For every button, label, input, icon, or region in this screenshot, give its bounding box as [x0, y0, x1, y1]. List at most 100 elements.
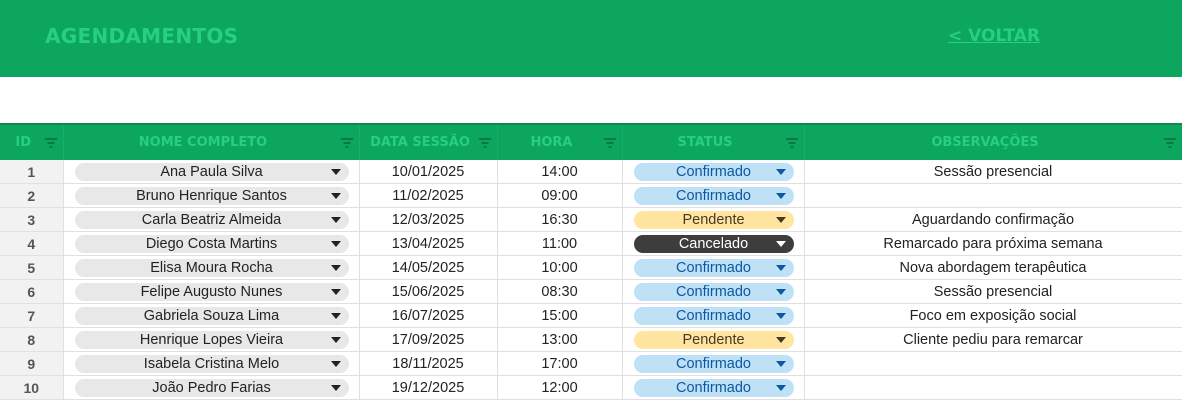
chevron-down-icon	[330, 384, 341, 391]
column-header-observacoes: OBSERVAÇÕES	[804, 125, 1182, 160]
status-cell: Pendente	[622, 207, 805, 232]
observation-cell[interactable]: Foco em exposição social	[804, 303, 1182, 328]
table-row: 3 Carla Beatriz Almeida 12/03/2025 16:30 Pen…	[0, 207, 1182, 232]
status-cell: Confirmado	[622, 160, 805, 184]
header-row: ID NOME COMPLETO DATA SESSÃO HORA STATUS…	[0, 125, 1182, 160]
time-cell[interactable]: 13:00	[497, 327, 623, 352]
time-cell[interactable]: 09:00	[497, 183, 623, 208]
filter-icon[interactable]	[1163, 138, 1176, 148]
name-cell: Gabriela Souza Lima	[63, 303, 360, 328]
time-cell[interactable]: 17:00	[497, 351, 623, 376]
date-cell[interactable]: 11/02/2025	[359, 183, 498, 208]
name-dropdown[interactable]: Felipe Augusto Nunes	[74, 282, 349, 301]
page-title: AGENDAMENTOS	[45, 24, 239, 48]
status-cell: Confirmado	[622, 375, 805, 400]
time-cell[interactable]: 14:00	[497, 160, 623, 184]
table-row: 7 Gabriela Souza Lima 16/07/2025 15:00 Confi…	[0, 303, 1182, 328]
observation-cell[interactable]: Aguardando confirmação	[804, 207, 1182, 232]
status-dropdown[interactable]: Pendente	[633, 210, 794, 229]
status-value: Confirmado	[676, 283, 751, 300]
chevron-down-icon	[775, 264, 786, 271]
name-dropdown[interactable]: Ana Paula Silva	[74, 162, 349, 181]
status-dropdown[interactable]: Confirmado	[633, 162, 794, 181]
time-cell[interactable]: 16:30	[497, 207, 623, 232]
observation-cell[interactable]: Sessão presencial	[804, 279, 1182, 304]
column-header-label: NOME COMPLETO	[138, 135, 268, 150]
chevron-down-icon	[330, 360, 341, 367]
status-value: Confirmado	[676, 355, 751, 372]
observation-cell[interactable]	[804, 375, 1182, 400]
status-dropdown[interactable]: Cancelado	[633, 234, 794, 253]
status-value: Confirmado	[676, 307, 751, 324]
time-cell[interactable]: 08:30	[497, 279, 623, 304]
filter-icon[interactable]	[44, 138, 57, 148]
date-cell[interactable]: 13/04/2025	[359, 231, 498, 256]
name-dropdown[interactable]: Isabela Cristina Melo	[74, 354, 349, 373]
column-header-data: DATA SESSÃO	[359, 125, 498, 160]
filter-icon[interactable]	[785, 138, 798, 148]
name-value: Diego Costa Martins	[145, 235, 278, 252]
chevron-down-icon	[330, 264, 341, 271]
filter-icon[interactable]	[478, 138, 491, 148]
name-value: Gabriela Souza Lima	[143, 307, 280, 324]
name-cell: Bruno Henrique Santos	[63, 183, 360, 208]
row-id: 1	[0, 160, 64, 184]
back-link[interactable]: < VOLTAR	[948, 26, 1040, 46]
observation-cell[interactable]: Sessão presencial	[804, 160, 1182, 184]
status-dropdown[interactable]: Confirmado	[633, 282, 794, 301]
name-dropdown[interactable]: Gabriela Souza Lima	[74, 306, 349, 325]
date-cell[interactable]: 18/11/2025	[359, 351, 498, 376]
column-header-label: DATA SESSÃO	[370, 135, 470, 150]
row-id: 2	[0, 183, 64, 208]
status-value: Confirmado	[676, 259, 751, 276]
date-cell[interactable]: 15/06/2025	[359, 279, 498, 304]
filter-icon[interactable]	[603, 138, 616, 148]
status-dropdown[interactable]: Confirmado	[633, 186, 794, 205]
row-id: 7	[0, 303, 64, 328]
chevron-down-icon	[330, 216, 341, 223]
status-dropdown[interactable]: Confirmado	[633, 378, 794, 397]
filter-icon[interactable]	[340, 138, 353, 148]
chevron-down-icon	[775, 384, 786, 391]
date-cell[interactable]: 10/01/2025	[359, 160, 498, 184]
name-cell: João Pedro Farias	[63, 375, 360, 400]
date-cell[interactable]: 17/09/2025	[359, 327, 498, 352]
row-id: 9	[0, 351, 64, 376]
time-cell[interactable]: 12:00	[497, 375, 623, 400]
date-cell[interactable]: 12/03/2025	[359, 207, 498, 232]
status-dropdown[interactable]: Confirmado	[633, 258, 794, 277]
status-value: Pendente	[682, 211, 745, 228]
column-header-label: STATUS	[677, 135, 733, 150]
row-id: 10	[0, 375, 64, 400]
name-dropdown[interactable]: Carla Beatriz Almeida	[74, 210, 349, 229]
date-cell[interactable]: 16/07/2025	[359, 303, 498, 328]
status-dropdown[interactable]: Confirmado	[633, 354, 794, 373]
column-header-label: HORA	[530, 135, 573, 150]
time-cell[interactable]: 15:00	[497, 303, 623, 328]
name-dropdown[interactable]: Diego Costa Martins	[74, 234, 349, 253]
name-value: Felipe Augusto Nunes	[140, 283, 283, 300]
table-row: 4 Diego Costa Martins 13/04/2025 11:00 Cance…	[0, 231, 1182, 256]
name-cell: Henrique Lopes Vieira	[63, 327, 360, 352]
time-cell[interactable]: 10:00	[497, 255, 623, 280]
table-row: 2 Bruno Henrique Santos 11/02/2025 09:00 Con…	[0, 183, 1182, 208]
table-row: 5 Elisa Moura Rocha 14/05/2025 10:00 Confirm…	[0, 255, 1182, 280]
chevron-down-icon	[775, 360, 786, 367]
observation-cell[interactable]	[804, 351, 1182, 376]
name-dropdown[interactable]: Bruno Henrique Santos	[74, 186, 349, 205]
status-dropdown[interactable]: Confirmado	[633, 306, 794, 325]
time-cell[interactable]: 11:00	[497, 231, 623, 256]
observation-cell[interactable]	[804, 183, 1182, 208]
date-cell[interactable]: 19/12/2025	[359, 375, 498, 400]
observation-cell[interactable]: Nova abordagem terapêutica	[804, 255, 1182, 280]
name-dropdown[interactable]: Henrique Lopes Vieira	[74, 330, 349, 349]
table-row: 8 Henrique Lopes Vieira 17/09/2025 13:00 Pen…	[0, 327, 1182, 352]
date-cell[interactable]: 14/05/2025	[359, 255, 498, 280]
name-dropdown[interactable]: João Pedro Farias	[74, 378, 349, 397]
observation-cell[interactable]: Cliente pediu para remarcar	[804, 327, 1182, 352]
name-dropdown[interactable]: Elisa Moura Rocha	[74, 258, 349, 277]
chevron-down-icon	[775, 312, 786, 319]
status-dropdown[interactable]: Pendente	[633, 330, 794, 349]
name-cell: Elisa Moura Rocha	[63, 255, 360, 280]
observation-cell[interactable]: Remarcado para próxima semana	[804, 231, 1182, 256]
